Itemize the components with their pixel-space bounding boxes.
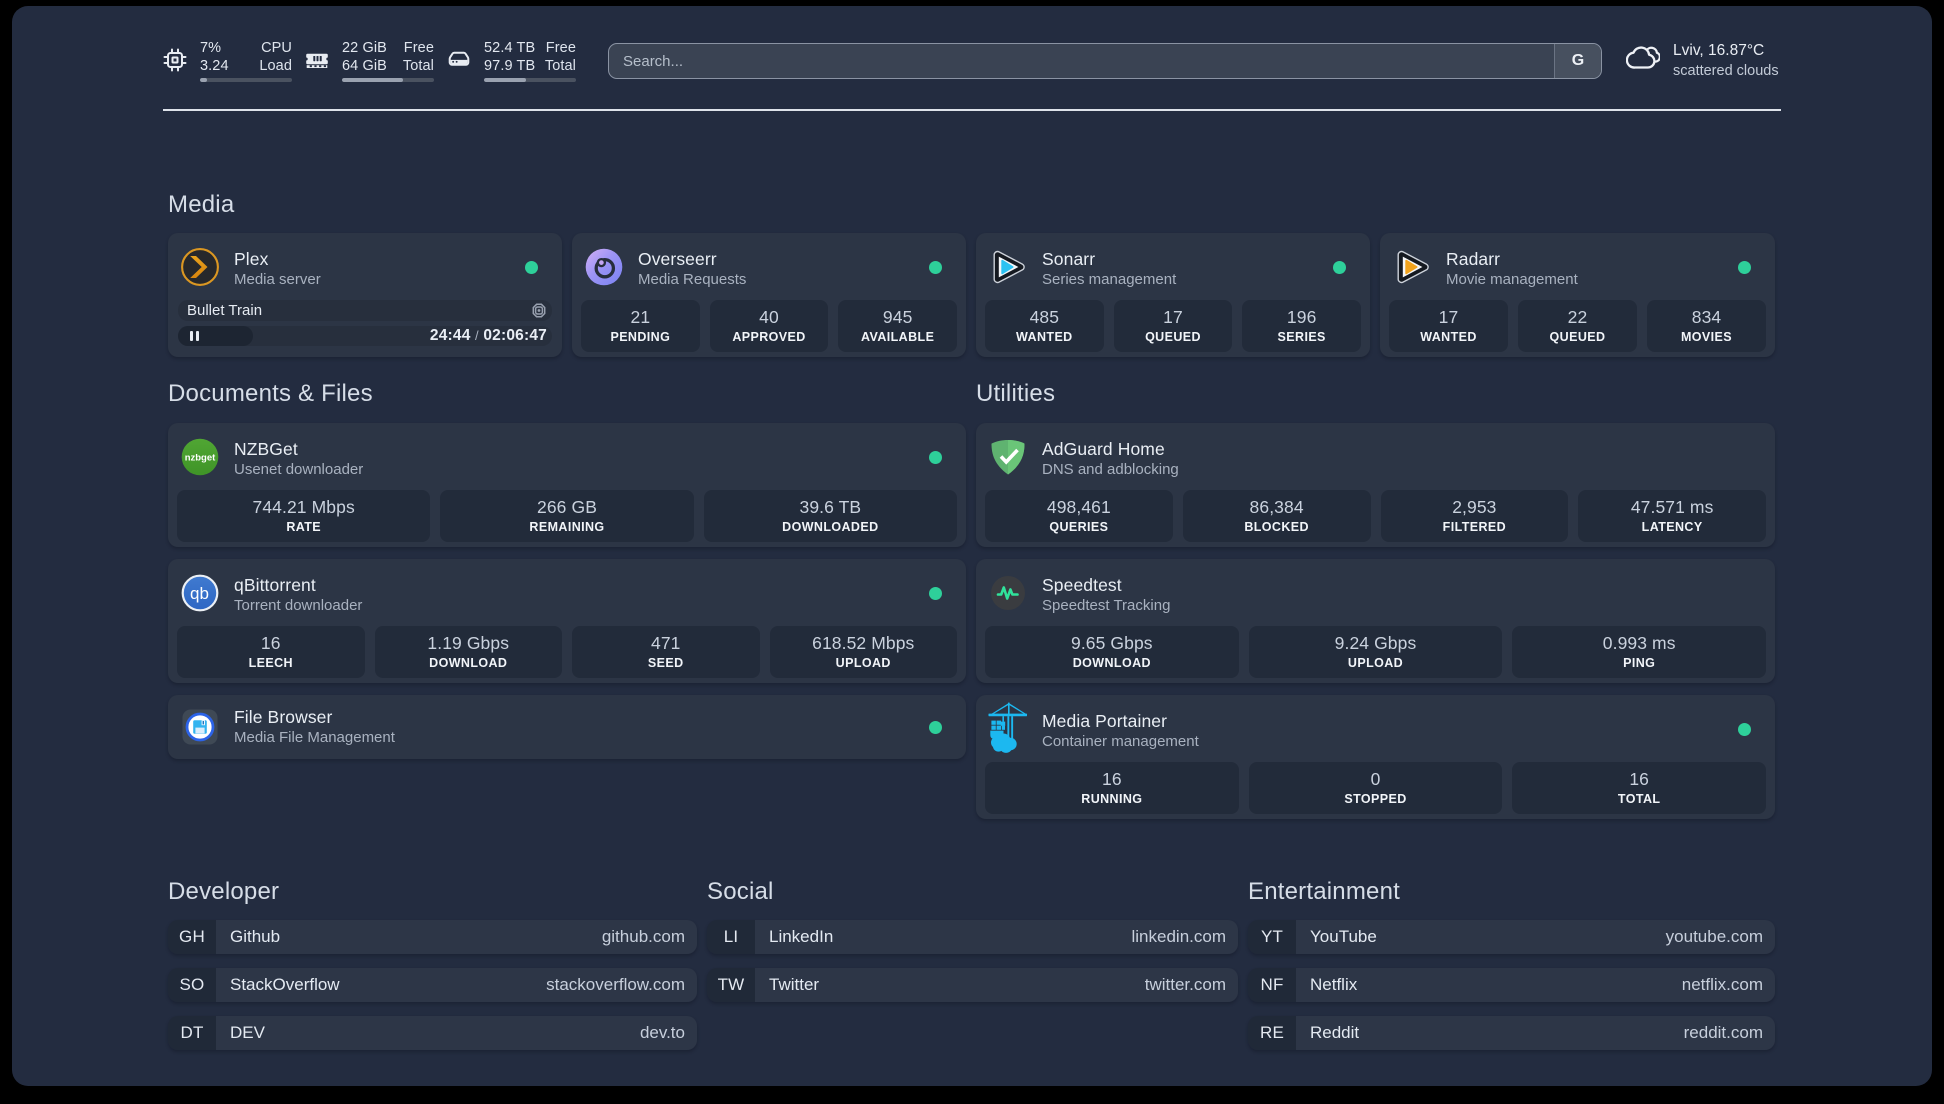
svg-text:qb: qb [190,584,209,603]
svg-text:nzbget: nzbget [185,452,216,463]
